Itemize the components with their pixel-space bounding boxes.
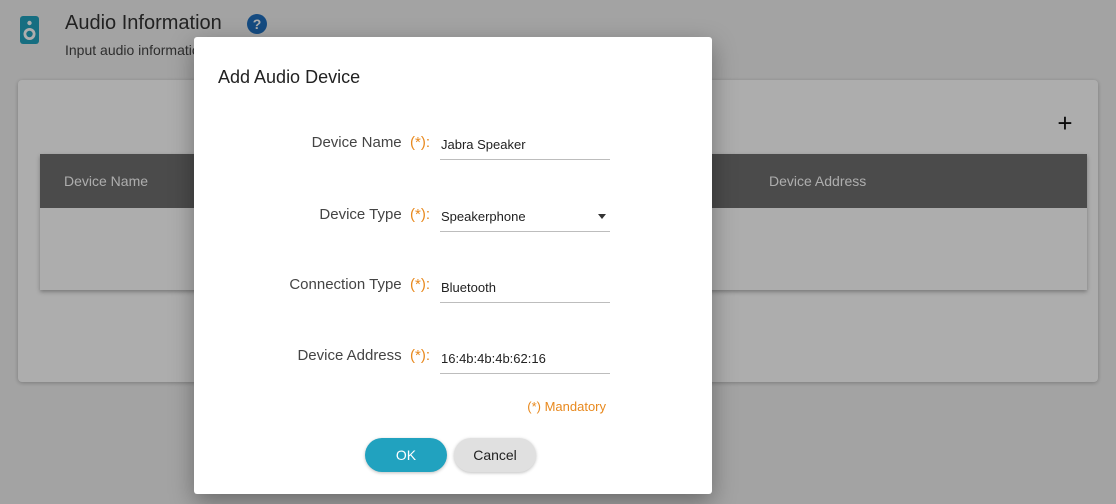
required-marker: (*): [410, 347, 430, 364]
device-name-label: Device Name (*): [311, 134, 430, 151]
device-type-select[interactable]: Speakerphone [440, 202, 610, 232]
required-marker: (*): [410, 206, 430, 223]
dialog-title: Add Audio Device [218, 67, 361, 87]
device-type-value: Speakerphone [441, 209, 526, 224]
required-marker: (*): [410, 276, 430, 293]
required-marker: (*): [410, 134, 430, 151]
chevron-down-icon [598, 214, 606, 219]
device-name-input[interactable]: Jabra Speaker [440, 130, 610, 160]
device-address-label: Device Address (*): [297, 347, 430, 364]
connection-type-label: Connection Type (*): [289, 276, 430, 293]
add-audio-device-dialog: Add Audio Device Device Name (*): Jabra … [194, 37, 712, 494]
mandatory-note: (*) Mandatory [527, 399, 606, 414]
cancel-button[interactable]: Cancel [454, 438, 536, 472]
ok-button[interactable]: OK [365, 438, 447, 472]
device-address-input[interactable]: 16:4b:4b:4b:62:16 [440, 344, 610, 374]
device-type-label: Device Type (*): [319, 206, 430, 223]
connection-type-input[interactable]: Bluetooth [440, 273, 610, 303]
